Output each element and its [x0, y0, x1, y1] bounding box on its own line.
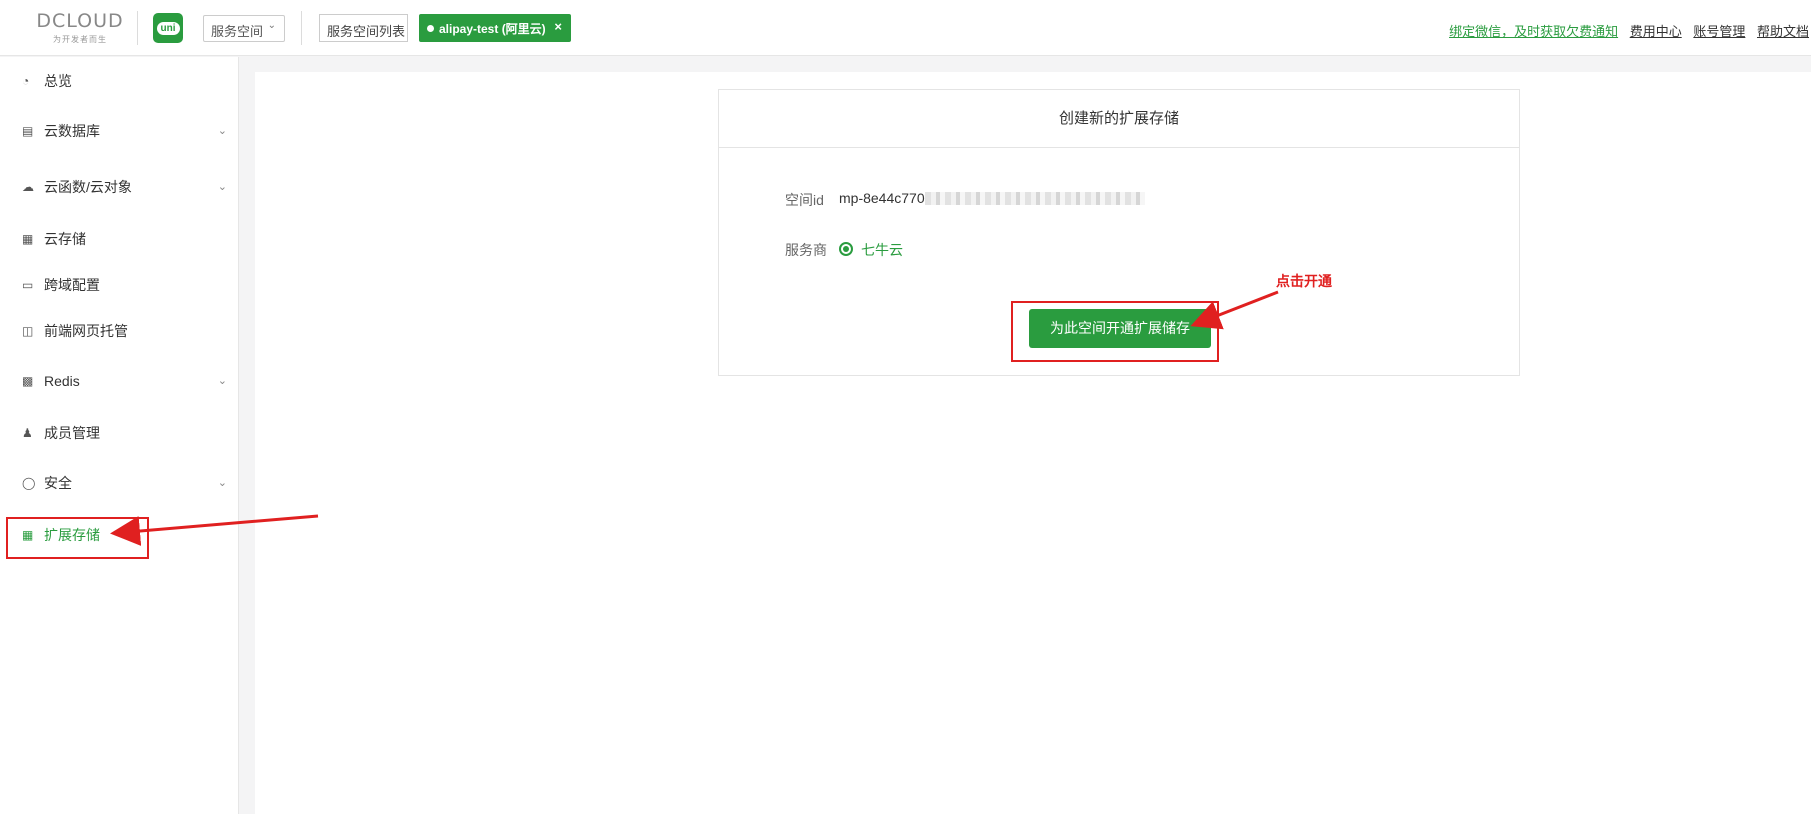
web-hosting-icon: ◫: [22, 324, 34, 338]
redis-icon: ▩: [22, 374, 34, 388]
card-title: 创建新的扩展存储: [719, 90, 1519, 148]
top-bar: DCLOUD 为开发者而生 uni 服务空间 ⌄ 服务空间列表 alipay-t…: [0, 0, 1811, 56]
space-list-button[interactable]: 服务空间列表: [319, 14, 408, 42]
cross-domain-icon: ▭: [22, 278, 34, 292]
pie-chart-icon: ◔: [22, 74, 30, 88]
sidebar-item-label: 云数据库: [44, 123, 100, 139]
uni-badge-label: uni: [156, 21, 180, 35]
sidebar-item-redis[interactable]: ▩ Redis ⌄: [0, 361, 239, 401]
uni-cloud-icon: uni: [153, 13, 183, 43]
top-links: 绑定微信，及时获取欠费通知 费用中心 账号管理 帮助文档: [1441, 21, 1809, 40]
active-space-label: alipay-test (阿里云): [439, 22, 546, 36]
sidebar-item-label: 跨域配置: [44, 277, 100, 293]
chevron-down-icon: ⌄: [217, 181, 227, 193]
shield-icon: ◯: [22, 476, 36, 490]
sidebar-item-cloud-storage[interactable]: ▦ 云存储: [0, 219, 239, 259]
storage-icon: ▦: [22, 232, 34, 246]
space-select-label: 服务空间: [211, 24, 264, 39]
sidebar-item-overview[interactable]: ◔ 总览: [0, 61, 239, 101]
sidebar-item-database[interactable]: ▤ 云数据库 ⌄: [0, 111, 239, 151]
dcloud-logo[interactable]: DCLOUD 为开发者而生: [32, 10, 128, 48]
divider: [137, 11, 138, 45]
sidebar: ◔ 总览 ▤ 云数据库 ⌄ ☁ 云函数/云对象 ⌄ ▦ 云存储 ▭ 跨域配置 ◫…: [0, 57, 239, 814]
sidebar-item-web-hosting[interactable]: ◫ 前端网页托管: [0, 311, 239, 351]
highlight-box-sidebar: [6, 517, 149, 559]
sidebar-item-label: 安全: [44, 475, 72, 491]
space-select[interactable]: 服务空间 ⌄: [203, 15, 285, 42]
sidebar-item-security[interactable]: ◯ 安全 ⌄: [0, 463, 239, 503]
chevron-down-icon: ⌄: [217, 125, 227, 137]
sidebar-item-cloud-functions[interactable]: ☁ 云函数/云对象 ⌄: [0, 167, 239, 207]
sidebar-item-label: 云函数/云对象: [44, 179, 132, 195]
provider-radio[interactable]: [839, 242, 853, 256]
chevron-down-icon: ⌄: [217, 375, 227, 387]
help-link[interactable]: 帮助文档: [1757, 24, 1809, 39]
redacted-text: [924, 192, 1145, 205]
account-link[interactable]: 账号管理: [1693, 24, 1745, 39]
logo-text: DCLOUD: [36, 10, 124, 32]
chevron-down-icon: ⌄: [217, 477, 227, 489]
sidebar-item-label: 云存储: [44, 231, 86, 247]
space-id-text: mp-8e44c770: [839, 190, 925, 206]
sidebar-item-label: 成员管理: [44, 425, 100, 441]
close-icon[interactable]: ×: [554, 19, 562, 34]
sidebar-item-cors[interactable]: ▭ 跨域配置: [0, 265, 239, 305]
space-id-value: mp-8e44c770: [839, 190, 1145, 206]
sidebar-item-members[interactable]: ♟ 成员管理: [0, 413, 239, 453]
highlight-box-button: [1011, 301, 1219, 362]
cloud-icon: ☁: [22, 180, 34, 194]
user-icon: ♟: [22, 426, 33, 440]
provider-label: 服务商: [785, 242, 827, 258]
annotation-label: 点击开通: [1276, 273, 1332, 289]
status-dot-icon: [427, 25, 434, 32]
sidebar-item-label: Redis: [44, 373, 80, 389]
sidebar-item-label: 前端网页托管: [44, 323, 128, 339]
divider: [301, 11, 302, 45]
active-space-tag[interactable]: alipay-test (阿里云) ×: [419, 14, 571, 42]
logo-tagline: 为开发者而生: [53, 35, 107, 44]
sidebar-item-label: 总览: [44, 73, 72, 89]
space-id-label: 空间id: [785, 192, 824, 208]
database-icon: ▤: [22, 124, 34, 138]
billing-link[interactable]: 费用中心: [1630, 24, 1682, 39]
chevron-down-icon: ⌄: [267, 20, 276, 31]
bind-wechat-link[interactable]: 绑定微信，及时获取欠费通知: [1449, 24, 1618, 39]
provider-value[interactable]: 七牛云: [861, 240, 903, 260]
